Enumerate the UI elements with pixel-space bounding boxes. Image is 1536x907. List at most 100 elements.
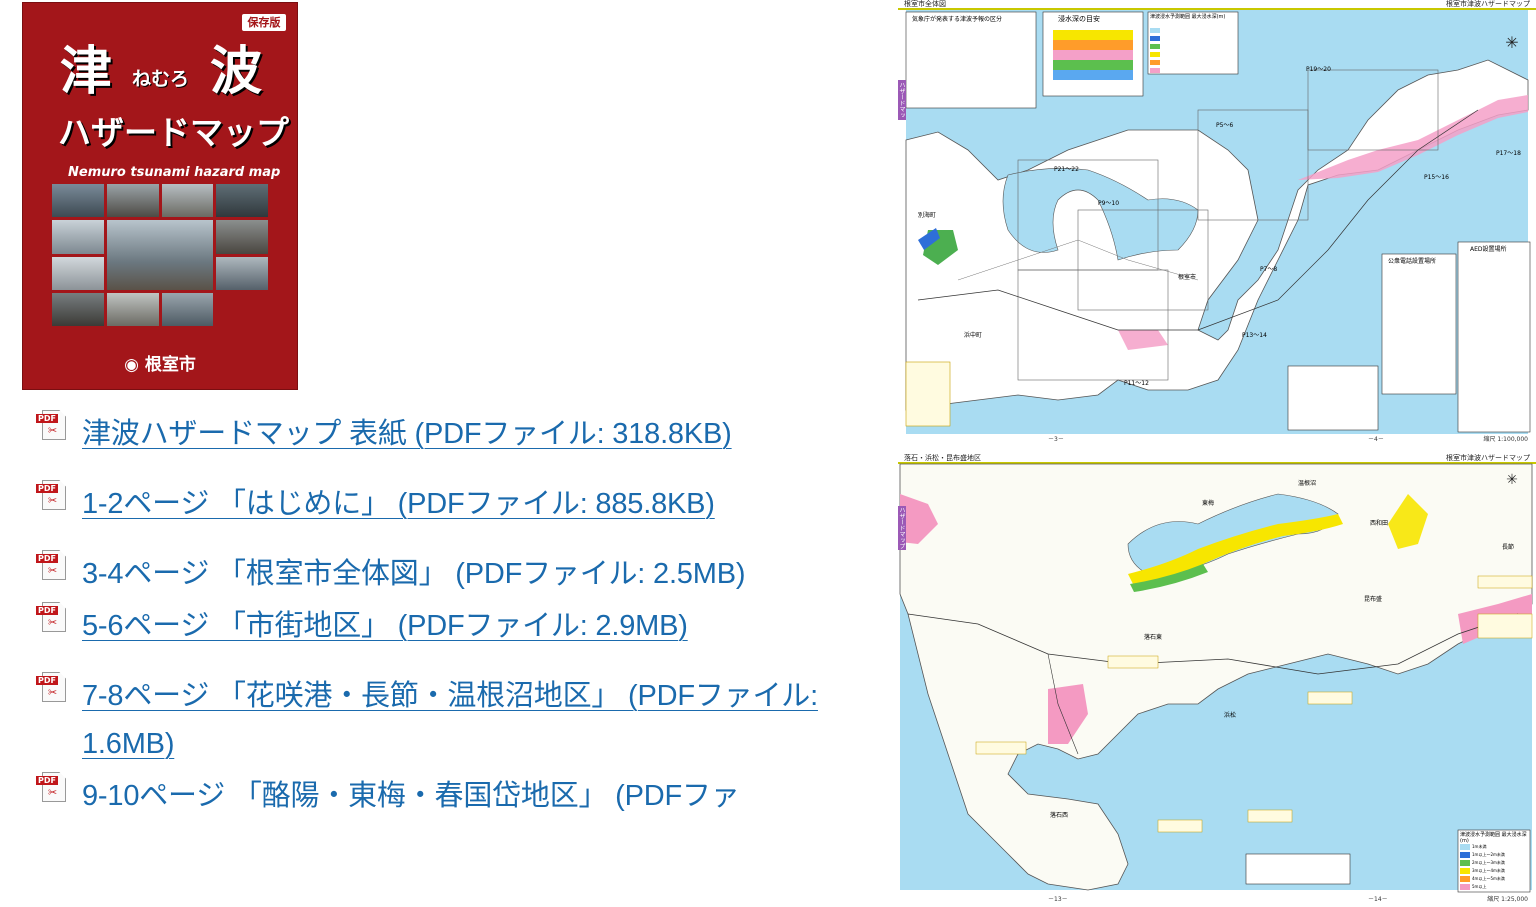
legend-swatch bbox=[1460, 852, 1470, 858]
page-ref-label: P9～10 bbox=[1098, 200, 1120, 207]
pdf-link-pages-9-10[interactable]: 9-10ページ 「酪陽・東梅・春国岱地区」 (PDFファ bbox=[82, 772, 836, 820]
legend-swatch bbox=[1150, 52, 1160, 57]
cover-badge: 保存版 bbox=[242, 14, 286, 31]
cover-title-char1: 津 bbox=[60, 42, 113, 102]
legend-row: 2m以上～3m未満 bbox=[1472, 860, 1505, 865]
pdf-icon: PDF ✂ bbox=[36, 670, 66, 702]
place-label: 昆布盛 bbox=[1364, 596, 1383, 603]
place-label: 温根沼 bbox=[1298, 480, 1317, 487]
pdf-icon: PDF ✂ bbox=[36, 600, 66, 632]
legend-row: 5m以上 bbox=[1472, 884, 1487, 889]
pdf-link-pages-5-6[interactable]: 5-6ページ 「市街地区」 (PDFファイル: 2.9MB) bbox=[82, 602, 836, 650]
hazard-map-cover-image: 保存版 津 ねむろ 波 ハザードマップ Nemuro tsunami hazar… bbox=[22, 2, 298, 390]
legend-swatch bbox=[1150, 36, 1160, 41]
map-side-tab: ハザードマップ bbox=[898, 506, 906, 550]
cover-city-name: ◉ 根室市 bbox=[124, 355, 196, 375]
pdf-link-item: PDF ✂ 5-6ページ 「市街地区」 (PDFファイル: 2.9MB) bbox=[36, 602, 836, 650]
page-ref-label: P11～12 bbox=[1124, 380, 1149, 387]
legend-swatch bbox=[1150, 44, 1160, 49]
overview-map-graphic: ✳ bbox=[905, 10, 1531, 434]
cover-title-char2: 波 bbox=[210, 42, 263, 102]
cover-photo bbox=[106, 184, 159, 218]
aed-table bbox=[1457, 241, 1531, 433]
map-footer: －3－ －4－ 縮尺 1:100,000 bbox=[1048, 436, 1528, 443]
cover-title-small: ねむろ bbox=[132, 68, 190, 90]
place-label: 東梅 bbox=[1202, 500, 1215, 507]
place-label: 別海町 bbox=[918, 212, 937, 219]
legend-swatch bbox=[1460, 868, 1470, 874]
legend-row: 1m以上～2m未満 bbox=[1472, 852, 1505, 857]
legend-swatch bbox=[1150, 60, 1160, 65]
pdf-icon: PDF ✂ bbox=[36, 770, 66, 802]
legend-row: 4m以上～5m未満 bbox=[1472, 876, 1505, 881]
map-label-title: 浸水深の目安 bbox=[1058, 15, 1100, 23]
pdf-icon: PDF ✂ bbox=[36, 548, 66, 580]
depth-band bbox=[1053, 70, 1133, 80]
page-ref-label: P15～16 bbox=[1424, 174, 1449, 181]
pdf-link-pages-3-4[interactable]: 3-4ページ 「根室市全体図」 (PDFファイル: 2.5MB) bbox=[82, 550, 782, 598]
shelter-label bbox=[1477, 613, 1533, 639]
pdf-link-item: PDF ✂ 津波ハザードマップ 表紙 (PDFファイル: 318.8KB) bbox=[36, 410, 836, 458]
place-label: 浜松 bbox=[1224, 712, 1237, 719]
pdf-icon: PDF ✂ bbox=[36, 408, 66, 440]
pdf-link-pages-7-8[interactable]: 7-8ページ 「花咲港・長節・温根沼地区」 (PDFファイル: 1.6MB) bbox=[82, 672, 872, 768]
depth-band bbox=[1053, 30, 1133, 40]
place-label: 浜中町 bbox=[964, 332, 983, 339]
pdf-link-cover[interactable]: 津波ハザードマップ 表紙 (PDFファイル: 318.8KB) bbox=[82, 410, 836, 458]
pdf-link-item: PDF ✂ 9-10ページ 「酪陽・東梅・春国岱地区」 (PDFファ bbox=[36, 772, 836, 820]
shelter-label bbox=[1247, 809, 1293, 823]
pdf-link-item: PDF ✂ 3-4ページ 「根室市全体図」 (PDFファイル: 2.5MB) bbox=[36, 550, 782, 598]
map-label-title: 気象庁が発表する津波予報の区分 bbox=[912, 16, 1003, 23]
legend-swatch bbox=[1460, 860, 1470, 866]
map-label-title: 公衆電話設置場所 bbox=[1388, 258, 1437, 265]
page-ref-label: P17～18 bbox=[1496, 150, 1521, 157]
cover-photo-grid bbox=[52, 184, 268, 326]
shelter-label bbox=[1107, 655, 1159, 669]
compass-icon: ✳ bbox=[1506, 472, 1518, 488]
page-ref-label: P21～22 bbox=[1054, 166, 1079, 173]
page-ref-label: P5～6 bbox=[1216, 122, 1234, 129]
legend-swatch bbox=[1150, 68, 1160, 73]
page-ref-label: P13～14 bbox=[1242, 332, 1267, 339]
cover-photo bbox=[161, 184, 214, 218]
cover-photo bbox=[52, 184, 104, 218]
legend-swatch bbox=[1460, 844, 1470, 850]
shelter-label-list bbox=[905, 361, 951, 427]
map-label-title: AED設置場所 bbox=[1470, 246, 1507, 253]
shelter-label bbox=[1307, 691, 1353, 705]
compass-icon: ✳ bbox=[1505, 33, 1518, 52]
place-label: 長節 bbox=[1502, 544, 1515, 551]
cover-photo bbox=[106, 292, 159, 326]
legend-title: 津波浸水予測範囲 最大浸水深(m) bbox=[1460, 832, 1527, 844]
phone-table bbox=[1381, 253, 1457, 395]
depth-band bbox=[1053, 50, 1133, 60]
cover-photo bbox=[216, 184, 268, 218]
tide-info-box bbox=[1245, 853, 1351, 885]
forecast-legend-box bbox=[905, 11, 1037, 109]
overview-map-image: 根室市全体図 根室市津波ハザードマップ ✳ ハザードマッ 気象庁が発表する津波予… bbox=[898, 0, 1536, 446]
district-map-image: 落石・浜松・昆布盛地区 根室市津波ハザードマップ ✳ ハザードマップ 東梅 温根… bbox=[898, 454, 1536, 907]
depth-band bbox=[1053, 40, 1133, 50]
cover-subtitle: ハザードマップ bbox=[58, 113, 289, 152]
legend-swatch bbox=[1460, 884, 1470, 890]
depth-band bbox=[1053, 60, 1133, 70]
place-label: 根室市 bbox=[1178, 274, 1197, 281]
flood-range-legend-box bbox=[1147, 11, 1239, 75]
symbol-legend bbox=[1287, 365, 1379, 431]
page-ref-label: P19～20 bbox=[1306, 66, 1331, 73]
pdf-link-pages-1-2[interactable]: 1-2ページ 「はじめに」 (PDFファイル: 885.8KB) bbox=[82, 480, 836, 528]
legend-swatch bbox=[1150, 28, 1160, 33]
map-side-tab: ハザードマップ bbox=[898, 80, 906, 120]
pdf-link-item: PDF ✂ 1-2ページ 「はじめに」 (PDFファイル: 885.8KB) bbox=[36, 480, 836, 528]
legend-row: 3m以上～4m未満 bbox=[1472, 868, 1505, 873]
page-ref-label: P7～8 bbox=[1260, 266, 1278, 273]
cover-photo bbox=[161, 292, 214, 326]
district-map-graphic: ✳ bbox=[899, 463, 1533, 893]
shelter-label bbox=[975, 741, 1027, 755]
cover-photo bbox=[52, 292, 104, 326]
place-label: 落石西 bbox=[1050, 812, 1069, 819]
shelter-label bbox=[1477, 575, 1533, 589]
map-label-title: 津波浸水予測範囲 最大浸水深(m) bbox=[1150, 14, 1226, 20]
cover-photo bbox=[52, 256, 104, 290]
legend-row: 1m未満 bbox=[1472, 844, 1487, 849]
